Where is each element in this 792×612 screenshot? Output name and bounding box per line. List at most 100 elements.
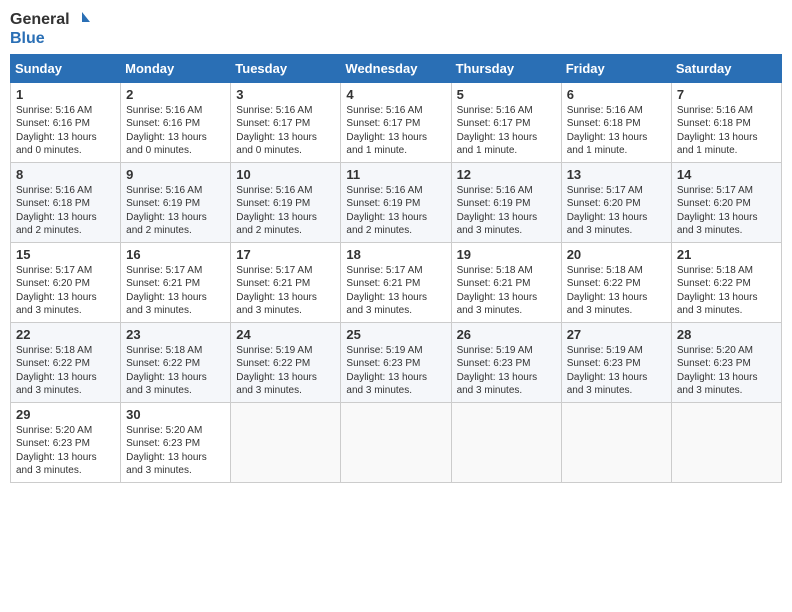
calendar-week-4: 22 Sunrise: 5:18 AMSunset: 6:22 PMDayligh… — [11, 322, 782, 402]
day-info: Sunrise: 5:18 AMSunset: 6:22 PMDaylight:… — [126, 344, 225, 398]
day-info: Sunrise: 5:16 AMSunset: 6:16 PMDaylight:… — [16, 104, 115, 158]
day-info: Sunrise: 5:17 AMSunset: 6:20 PMDaylight:… — [567, 184, 666, 238]
day-info: Sunrise: 5:18 AMSunset: 6:21 PMDaylight:… — [457, 264, 556, 318]
weekday-header-tuesday: Tuesday — [231, 54, 341, 82]
page-header: General Blue — [10, 10, 782, 48]
logo-arrow-icon — [72, 10, 92, 30]
calendar-cell: 21Sunrise: 5:18 AMSunset: 6:22 PMDayligh… — [671, 242, 781, 322]
calendar-cell: 5 Sunrise: 5:16 AMSunset: 6:17 PMDaylight… — [451, 82, 561, 162]
day-number: 27 — [567, 327, 666, 342]
calendar-cell: 6 Sunrise: 5:16 AMSunset: 6:18 PMDaylight… — [561, 82, 671, 162]
day-number: 17 — [236, 247, 335, 262]
weekday-header-wednesday: Wednesday — [341, 54, 451, 82]
day-number: 18 — [346, 247, 445, 262]
calendar-cell: 3 Sunrise: 5:16 AMSunset: 6:17 PMDaylight… — [231, 82, 341, 162]
calendar-cell: 29 Sunrise: 5:20 AMSunset: 6:23 PMDayligh… — [11, 402, 121, 482]
calendar-cell — [561, 402, 671, 482]
calendar-cell: 20 Sunrise: 5:18 AMSunset: 6:22 PMDayligh… — [561, 242, 671, 322]
calendar-cell: 17Sunrise: 5:17 AMSunset: 6:21 PMDayligh… — [231, 242, 341, 322]
logo-general: General — [10, 11, 70, 29]
day-number: 19 — [457, 247, 556, 262]
calendar-cell: 16 Sunrise: 5:17 AMSunset: 6:21 PMDayligh… — [121, 242, 231, 322]
day-info: Sunrise: 5:19 AMSunset: 6:23 PMDaylight:… — [567, 344, 666, 398]
day-number: 10 — [236, 167, 335, 182]
calendar-table: SundayMondayTuesdayWednesdayThursdayFrid… — [10, 54, 782, 483]
calendar-cell: 12 Sunrise: 5:16 AMSunset: 6:19 PMDayligh… — [451, 162, 561, 242]
calendar-week-2: 8 Sunrise: 5:16 AMSunset: 6:18 PMDaylight… — [11, 162, 782, 242]
calendar-cell: 10Sunrise: 5:16 AMSunset: 6:19 PMDayligh… — [231, 162, 341, 242]
calendar-week-5: 29 Sunrise: 5:20 AMSunset: 6:23 PMDayligh… — [11, 402, 782, 482]
day-number: 29 — [16, 407, 115, 422]
day-number: 4 — [346, 87, 445, 102]
calendar-cell: 9Sunrise: 5:16 AMSunset: 6:19 PMDaylight… — [121, 162, 231, 242]
day-info: Sunrise: 5:18 AMSunset: 6:22 PMDaylight:… — [677, 264, 776, 318]
day-number: 2 — [126, 87, 225, 102]
day-number: 1 — [16, 87, 115, 102]
day-info: Sunrise: 5:17 AMSunset: 6:21 PMDaylight:… — [126, 264, 225, 318]
day-info: Sunrise: 5:16 AMSunset: 6:16 PMDaylight:… — [126, 104, 225, 158]
day-info: Sunrise: 5:20 AMSunset: 6:23 PMDaylight:… — [126, 424, 225, 478]
calendar-cell: 30 Sunrise: 5:20 AMSunset: 6:23 PMDayligh… — [121, 402, 231, 482]
day-number: 28 — [677, 327, 776, 342]
day-number: 12 — [457, 167, 556, 182]
calendar-cell: 2 Sunrise: 5:16 AMSunset: 6:16 PMDaylight… — [121, 82, 231, 162]
day-info: Sunrise: 5:16 AMSunset: 6:17 PMDaylight:… — [457, 104, 556, 158]
weekday-header-sunday: Sunday — [11, 54, 121, 82]
calendar-cell — [451, 402, 561, 482]
day-info: Sunrise: 5:19 AMSunset: 6:23 PMDaylight:… — [346, 344, 445, 398]
calendar-cell — [231, 402, 341, 482]
day-number: 26 — [457, 327, 556, 342]
calendar-cell: 18 Sunrise: 5:17 AMSunset: 6:21 PMDayligh… — [341, 242, 451, 322]
calendar-cell — [341, 402, 451, 482]
day-info: Sunrise: 5:17 AMSunset: 6:21 PMDaylight:… — [346, 264, 445, 318]
day-info: Sunrise: 5:19 AMSunset: 6:22 PMDaylight:… — [236, 344, 335, 398]
logo-container: General Blue — [10, 10, 92, 48]
calendar-cell: 19 Sunrise: 5:18 AMSunset: 6:21 PMDayligh… — [451, 242, 561, 322]
weekday-header-thursday: Thursday — [451, 54, 561, 82]
day-number: 20 — [567, 247, 666, 262]
calendar-cell: 22 Sunrise: 5:18 AMSunset: 6:22 PMDayligh… — [11, 322, 121, 402]
calendar-cell: 4 Sunrise: 5:16 AMSunset: 6:17 PMDaylight… — [341, 82, 451, 162]
calendar-week-1: 1 Sunrise: 5:16 AMSunset: 6:16 PMDaylight… — [11, 82, 782, 162]
logo-blue: Blue — [10, 30, 92, 48]
day-info: Sunrise: 5:20 AMSunset: 6:23 PMDaylight:… — [16, 424, 115, 478]
calendar-cell: 8 Sunrise: 5:16 AMSunset: 6:18 PMDaylight… — [11, 162, 121, 242]
day-info: Sunrise: 5:16 AMSunset: 6:17 PMDaylight:… — [346, 104, 445, 158]
day-info: Sunrise: 5:19 AMSunset: 6:23 PMDaylight:… — [457, 344, 556, 398]
calendar-cell: 15Sunrise: 5:17 AMSunset: 6:20 PMDayligh… — [11, 242, 121, 322]
day-number: 24 — [236, 327, 335, 342]
calendar-cell: 25Sunrise: 5:19 AMSunset: 6:23 PMDayligh… — [341, 322, 451, 402]
day-number: 9 — [126, 167, 225, 182]
day-info: Sunrise: 5:16 AMSunset: 6:18 PMDaylight:… — [16, 184, 115, 238]
calendar-cell: 7Sunrise: 5:16 AMSunset: 6:18 PMDaylight… — [671, 82, 781, 162]
day-number: 11 — [346, 167, 445, 182]
day-number: 6 — [567, 87, 666, 102]
calendar-cell — [671, 402, 781, 482]
day-number: 30 — [126, 407, 225, 422]
day-number: 22 — [16, 327, 115, 342]
calendar-cell: 26 Sunrise: 5:19 AMSunset: 6:23 PMDayligh… — [451, 322, 561, 402]
day-info: Sunrise: 5:16 AMSunset: 6:17 PMDaylight:… — [236, 104, 335, 158]
day-number: 14 — [677, 167, 776, 182]
calendar-cell: 24 Sunrise: 5:19 AMSunset: 6:22 PMDayligh… — [231, 322, 341, 402]
day-info: Sunrise: 5:17 AMSunset: 6:20 PMDaylight:… — [677, 184, 776, 238]
day-number: 16 — [126, 247, 225, 262]
calendar-cell: 28 Sunrise: 5:20 AMSunset: 6:23 PMDayligh… — [671, 322, 781, 402]
day-info: Sunrise: 5:16 AMSunset: 6:19 PMDaylight:… — [457, 184, 556, 238]
day-info: Sunrise: 5:18 AMSunset: 6:22 PMDaylight:… — [567, 264, 666, 318]
day-info: Sunrise: 5:16 AMSunset: 6:18 PMDaylight:… — [567, 104, 666, 158]
calendar-cell: 27 Sunrise: 5:19 AMSunset: 6:23 PMDayligh… — [561, 322, 671, 402]
day-number: 3 — [236, 87, 335, 102]
day-info: Sunrise: 5:16 AMSunset: 6:18 PMDaylight:… — [677, 104, 776, 158]
day-info: Sunrise: 5:18 AMSunset: 6:22 PMDaylight:… — [16, 344, 115, 398]
weekday-header-monday: Monday — [121, 54, 231, 82]
calendar-cell: 11 Sunrise: 5:16 AMSunset: 6:19 PMDayligh… — [341, 162, 451, 242]
logo: General Blue — [10, 10, 92, 48]
day-number: 15 — [16, 247, 115, 262]
day-info: Sunrise: 5:16 AMSunset: 6:19 PMDaylight:… — [346, 184, 445, 238]
day-number: 5 — [457, 87, 556, 102]
calendar-week-3: 15Sunrise: 5:17 AMSunset: 6:20 PMDayligh… — [11, 242, 782, 322]
day-info: Sunrise: 5:20 AMSunset: 6:23 PMDaylight:… — [677, 344, 776, 398]
calendar-cell: 23Sunrise: 5:18 AMSunset: 6:22 PMDayligh… — [121, 322, 231, 402]
day-number: 8 — [16, 167, 115, 182]
